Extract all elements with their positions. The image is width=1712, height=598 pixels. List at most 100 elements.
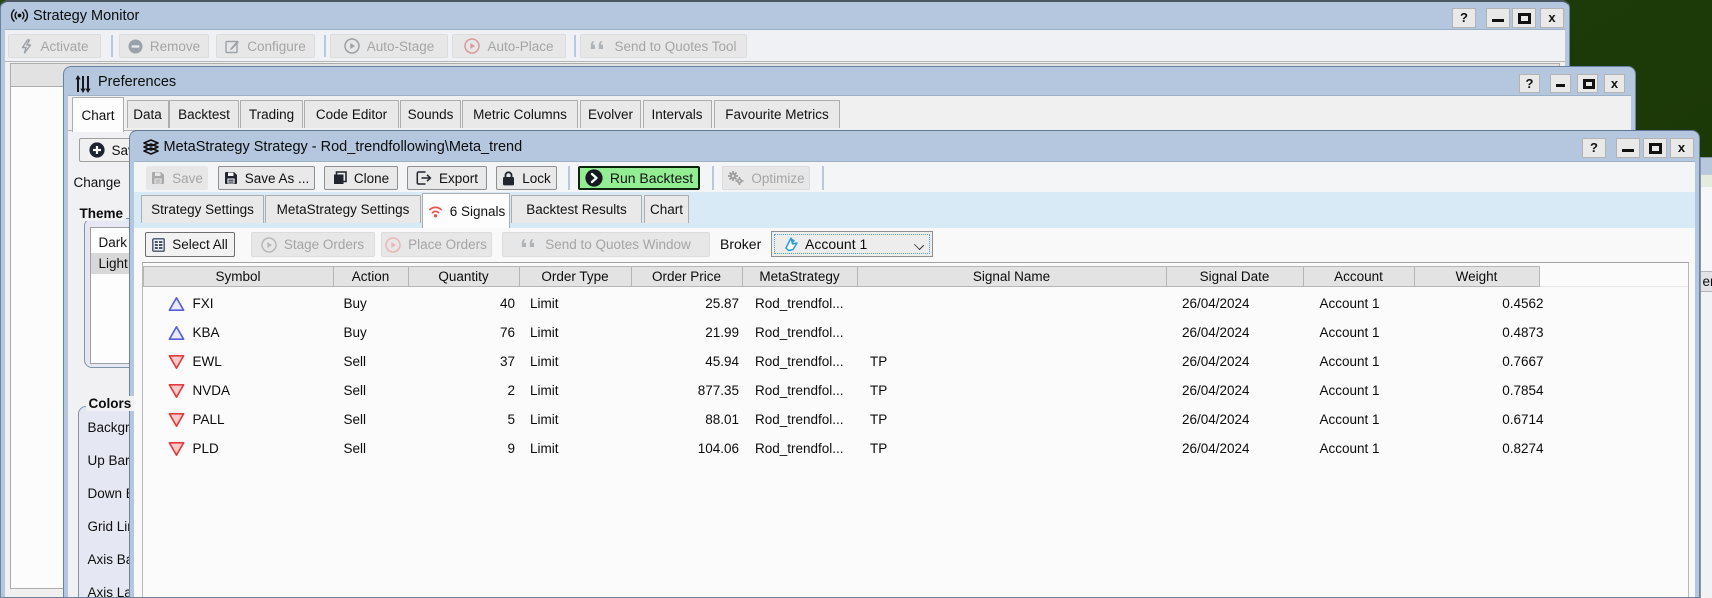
tab-evolver[interactable]: Evolver xyxy=(580,100,641,128)
column-header-signal-name[interactable]: Signal Name xyxy=(857,266,1167,287)
buy-triangle-icon xyxy=(168,296,185,312)
tab-code-editor[interactable]: Code Editor xyxy=(304,100,399,128)
cell-order-price: 21.99 xyxy=(635,318,747,347)
send-to-quotes-window-button[interactable]: Send to Quotes Window xyxy=(502,232,710,257)
tab-backtest-results[interactable]: Backtest Results xyxy=(511,195,642,223)
label: Buy xyxy=(344,325,367,340)
label: Sounds xyxy=(408,107,454,122)
remove-button[interactable]: Remove xyxy=(119,34,209,58)
close-button[interactable]: x xyxy=(1670,138,1694,158)
label: Save xyxy=(172,171,203,186)
minimize-button[interactable] xyxy=(1616,138,1640,158)
tab-signals[interactable]: 6 Signals xyxy=(422,193,510,228)
cell-order-type: Limit xyxy=(522,376,635,405)
tab-chart[interactable]: Chart xyxy=(644,195,689,223)
optimize-button[interactable]: Optimize xyxy=(722,166,810,190)
metastrategy-title: MetaStrategy Strategy - Rod_trendfollowi… xyxy=(164,139,523,155)
stage-orders-button[interactable]: Stage Orders xyxy=(251,232,375,257)
label: 21.99 xyxy=(705,325,739,340)
label: Send to Quotes Tool xyxy=(614,39,736,54)
label: Account 1 xyxy=(1320,325,1380,340)
close-button[interactable]: x xyxy=(1540,8,1564,28)
signal-row[interactable]: PALL Sell 5 Limit 88.01 Rod_trendfol... … xyxy=(143,405,1688,434)
configure-button[interactable]: Configure xyxy=(216,34,315,58)
label: 26/04/2024 xyxy=(1182,354,1250,369)
label: Chart xyxy=(81,108,114,123)
sell-triangle-icon xyxy=(168,354,185,370)
label: Order Type xyxy=(541,269,608,284)
column-header-metastrategy[interactable]: MetaStrategy xyxy=(742,266,858,287)
signals-panel: Select All Stage Orders Place Orders xyxy=(134,228,1695,597)
column-header-action[interactable]: Action xyxy=(333,266,409,287)
play-circle-red-icon xyxy=(464,38,480,54)
tab-sounds[interactable]: Sounds xyxy=(400,100,461,128)
help-button[interactable]: ? xyxy=(1452,8,1476,28)
cell-symbol: NVDA xyxy=(143,376,334,405)
signal-row[interactable]: KBA Buy 76 Limit 21.99 Rod_trendfol... 2… xyxy=(143,318,1688,347)
list-grid-icon xyxy=(152,238,165,252)
cell-metastrategy: Rod_trendfol... xyxy=(747,318,863,347)
cell-order-type: Limit xyxy=(522,405,635,434)
place-orders-button[interactable]: Place Orders xyxy=(381,232,492,257)
maximize-button[interactable] xyxy=(1512,8,1536,28)
label: Favourite Metrics xyxy=(725,107,829,122)
quotes-icon xyxy=(590,40,607,53)
maximize-button[interactable] xyxy=(1643,138,1667,158)
label: Rod_trendfol... xyxy=(755,441,844,456)
label: Rod_trendfol... xyxy=(755,296,844,311)
tab-chart[interactable]: Chart xyxy=(72,97,124,132)
signal-row[interactable]: FXI Buy 40 Limit 25.87 Rod_trendfol... 2… xyxy=(143,289,1688,318)
label: 45.94 xyxy=(705,354,739,369)
tab-intervals[interactable]: Intervals xyxy=(643,100,712,128)
save-button[interactable]: Save xyxy=(146,166,208,190)
minimize-button[interactable] xyxy=(1486,8,1510,28)
help-button[interactable]: ? xyxy=(1582,138,1606,158)
signal-row[interactable]: NVDA Sell 2 Limit 877.35 Rod_trendfol...… xyxy=(143,376,1688,405)
preferences-tabstrip: Chart Data Backtest Trading Code Editor … xyxy=(68,96,1631,131)
auto-stage-button[interactable]: Auto-Stage xyxy=(330,34,448,58)
column-header-order-price[interactable]: Order Price xyxy=(631,266,743,287)
cell-signal-name xyxy=(863,318,1173,347)
column-header-account[interactable]: Account xyxy=(1303,266,1415,287)
column-header-signal-date[interactable]: Signal Date xyxy=(1166,266,1304,287)
cell-signal-name: TP xyxy=(863,376,1173,405)
column-header-quantity[interactable]: Quantity xyxy=(408,266,520,287)
play-circle-icon xyxy=(344,38,360,54)
tab-metastrategy-settings[interactable]: MetaStrategy Settings xyxy=(265,195,421,223)
tab-backtest[interactable]: Backtest xyxy=(169,100,239,128)
maximize-icon xyxy=(1649,143,1662,154)
export-button[interactable]: Export xyxy=(407,166,487,190)
column-header-order-type[interactable]: Order Type xyxy=(519,266,632,287)
column-header-weight[interactable]: Weight xyxy=(1414,266,1540,287)
run-backtest-button[interactable]: Run Backtest xyxy=(578,166,700,190)
tab-metric-columns[interactable]: Metric Columns xyxy=(462,100,578,128)
help-button[interactable]: ? xyxy=(1519,74,1540,93)
save-as-button[interactable]: Save As ... xyxy=(218,166,315,190)
signal-row[interactable]: EWL Sell 37 Limit 45.94 Rod_trendfol... … xyxy=(143,347,1688,376)
select-all-button[interactable]: Select All xyxy=(145,232,235,257)
metastrategy-toolbar: Save Save As ... Clone Export xyxy=(134,162,1695,192)
color-item-label: Up Bar xyxy=(88,453,130,468)
tab-strategy-settings[interactable]: Strategy Settings xyxy=(141,195,264,223)
metastrategy-titlebar[interactable]: MetaStrategy Strategy - Rod_trendfollowi… xyxy=(130,131,1699,163)
cell-order-type: Limit xyxy=(522,318,635,347)
preferences-titlebar[interactable]: Preferences ? x xyxy=(64,67,1635,96)
tab-trading[interactable]: Trading xyxy=(240,100,303,128)
close-button[interactable]: x xyxy=(1604,74,1625,93)
edit-icon xyxy=(225,39,240,54)
activate-button[interactable]: Activate xyxy=(8,34,101,58)
metastrategy-content: Save Save As ... Clone Export xyxy=(134,162,1695,597)
signal-row[interactable]: PLD Sell 9 Limit 104.06 Rod_trendfol... … xyxy=(143,434,1688,463)
minimize-button[interactable] xyxy=(1550,74,1571,93)
maximize-button[interactable] xyxy=(1577,74,1598,93)
auto-place-button[interactable]: Auto-Place xyxy=(452,34,566,58)
clone-button[interactable]: Clone xyxy=(324,166,398,190)
send-to-quotes-tool-button[interactable]: Send to Quotes Tool xyxy=(580,34,747,58)
column-header-symbol[interactable]: Symbol xyxy=(143,266,334,287)
strategy-monitor-titlebar[interactable]: Strategy Monitor ? x xyxy=(1,2,1569,30)
lock-button[interactable]: Lock xyxy=(496,166,557,190)
buy-triangle-icon xyxy=(168,325,185,341)
tab-data[interactable]: Data xyxy=(127,100,169,128)
tab-favourite-metrics[interactable]: Favourite Metrics xyxy=(714,100,840,128)
broker-select[interactable]: Account 1 xyxy=(771,231,933,257)
